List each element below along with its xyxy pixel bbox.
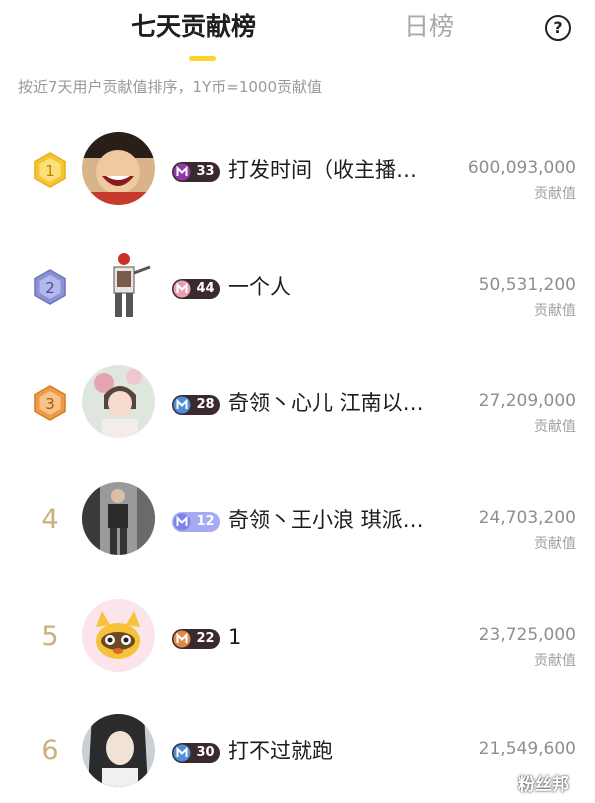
username: 奇领丶心儿 江南以… [228, 391, 424, 415]
level-badge: 22 [172, 629, 220, 649]
list-item[interactable]: 3 28 奇领丶心儿 江南以… 27,209,000 贡献值 [0, 345, 595, 462]
contribution-unit: 贡献值 [534, 536, 576, 552]
avatar[interactable] [82, 132, 155, 205]
level-m-icon [173, 280, 191, 298]
active-tab-indicator [189, 56, 216, 61]
username: 打不过就跑 [228, 739, 333, 763]
contribution-score: 23,725,000 [478, 625, 576, 645]
level-badge: 30 [172, 743, 220, 763]
rank-number: 6 [41, 735, 59, 766]
rank-number: 2 [45, 279, 55, 297]
level-number: 12 [196, 514, 215, 529]
avatar[interactable] [82, 482, 155, 555]
username: 奇领丶王小浪 琪派… [228, 508, 424, 532]
list-item[interactable]: 2 44 一个人 50,531,200 贡献值 [0, 229, 595, 346]
avatar[interactable] [82, 714, 155, 787]
level-number: 44 [196, 281, 215, 296]
gold-rank-badge-icon: 1 [33, 152, 67, 188]
list-item[interactable]: 1 33 打发时间（收主播… 600,093,000 贡献值 [0, 112, 595, 229]
contribution-score: 600,093,000 [467, 158, 576, 178]
list-item[interactable]: 4 12 奇领丶王小浪 琪派… 24,703,200 贡献值 [0, 462, 595, 579]
level-m-icon [173, 630, 191, 648]
level-number: 28 [196, 397, 215, 412]
tab-daily[interactable]: 日榜 [404, 10, 454, 44]
list-item[interactable]: 5 22 1 23,725,000 贡献值 [0, 579, 595, 696]
level-number: 22 [196, 631, 215, 646]
contribution-score: 21,549,600 [478, 739, 576, 759]
tab-weekly[interactable]: 七天贡献榜 [131, 10, 256, 44]
rank-number: 3 [45, 395, 55, 413]
avatar[interactable] [82, 365, 155, 438]
tab-bar: 七天贡献榜 日榜 ? [0, 0, 595, 66]
ranking-description: 按近7天用户贡献值排序，1Y币=1000贡献值 [18, 78, 322, 96]
rank-number: 4 [41, 504, 59, 535]
level-badge: 33 [172, 162, 220, 182]
list-item[interactable]: 6 30 打不过就跑 21,549,600 [0, 695, 595, 803]
bronze-rank-badge-icon: 3 [33, 385, 67, 421]
level-m-icon [173, 513, 191, 531]
contribution-unit: 贡献值 [534, 419, 576, 435]
rank-number: 5 [41, 621, 59, 652]
question-icon[interactable]: ? [545, 15, 571, 41]
leaderboard-page: 七天贡献榜 日榜 ? 按近7天用户贡献值排序，1Y币=1000贡献值 1 33 … [0, 0, 595, 803]
level-number: 33 [196, 164, 215, 179]
level-badge: 12 [172, 512, 220, 532]
avatar[interactable] [100, 249, 160, 322]
silver-rank-badge-icon: 2 [33, 269, 67, 305]
watermark: 粉丝邦 [518, 775, 569, 795]
level-number: 30 [196, 745, 215, 760]
avatar[interactable] [82, 599, 155, 672]
level-m-icon [173, 396, 191, 414]
username: 打发时间（收主播… [228, 158, 417, 182]
contribution-unit: 贡献值 [534, 653, 576, 669]
contribution-unit: 贡献值 [534, 303, 576, 319]
rank-number: 1 [45, 162, 55, 180]
contribution-score: 50,531,200 [478, 275, 576, 295]
level-badge: 44 [172, 279, 220, 299]
contribution-score: 27,209,000 [478, 391, 576, 411]
username: 1 [228, 625, 242, 649]
level-m-icon [173, 163, 191, 181]
username: 一个人 [228, 275, 291, 299]
contribution-unit: 贡献值 [534, 186, 576, 202]
level-m-icon [173, 744, 191, 762]
contribution-score: 24,703,200 [478, 508, 576, 528]
level-badge: 28 [172, 395, 220, 415]
